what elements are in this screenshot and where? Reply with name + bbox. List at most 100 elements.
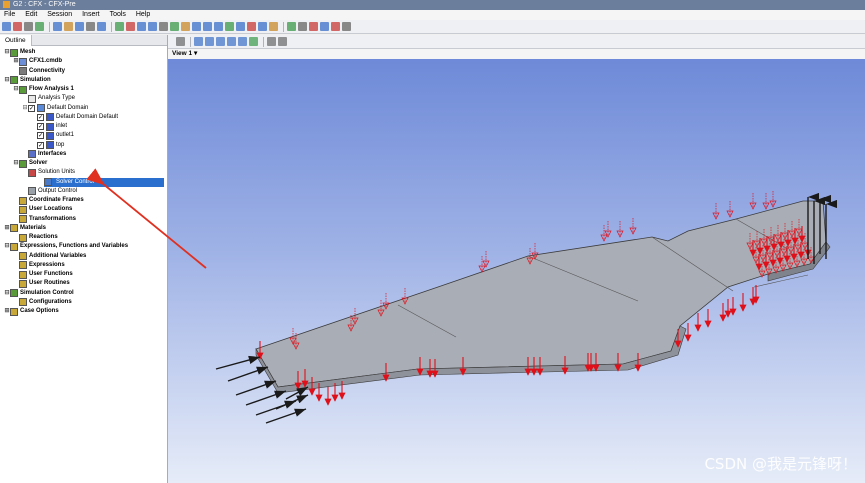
3d-viewport[interactable] (168, 59, 865, 483)
toolbar-button-icon[interactable] (24, 22, 33, 31)
toolbar-button-icon[interactable] (86, 22, 95, 31)
tree-item[interactable]: Interfaces (22, 150, 66, 159)
tree-item[interactable]: ⊟ Flow Analysis 1 (13, 85, 74, 94)
toolbar-button-icon[interactable] (247, 22, 256, 31)
outlet-icon (46, 131, 54, 140)
menu-session[interactable]: Session (43, 10, 76, 20)
visibility-checkbox[interactable]: ✓ (37, 132, 44, 140)
tree-item[interactable]: ✓ Default Domain Default (31, 113, 118, 122)
tree-item[interactable]: Expressions (13, 261, 65, 270)
toolbar-button-icon[interactable] (309, 22, 318, 31)
tree-item[interactable]: ⊞ CFX1.cmdb (13, 57, 62, 66)
tree-item[interactable]: ✓ outlet1 (31, 131, 74, 140)
tree-item[interactable]: Configurations (13, 298, 72, 307)
viewer-tool-icon[interactable] (205, 37, 214, 46)
viewer-tool-icon[interactable] (267, 37, 276, 46)
viewer-tool-icon[interactable] (176, 37, 185, 46)
window-titlebar: G2 : CFX - CFX-Pre (0, 0, 865, 10)
tree-item[interactable]: ⊟ Simulation (4, 76, 51, 85)
menu-tools[interactable]: Tools (106, 10, 130, 20)
tree-item-label: Expressions (29, 261, 65, 268)
viewer-tool-icon[interactable] (216, 37, 225, 46)
tree-item[interactable]: ⊟ Solver (13, 159, 47, 168)
toolbar-button-icon[interactable] (97, 22, 106, 31)
tree-item[interactable]: Solver Control (44, 177, 164, 187)
tree-item[interactable]: ⊟ ✓ Default Domain (22, 104, 88, 113)
toolbar-button-icon[interactable] (159, 22, 168, 31)
tree-item[interactable]: ⊞ Materials (4, 224, 46, 233)
boundary-arrow-head (308, 388, 316, 396)
viewer-tool-icon[interactable] (238, 37, 247, 46)
visibility-checkbox[interactable]: ✓ (28, 104, 35, 112)
tree-item-label: Mesh (20, 49, 36, 55)
boundary-arrow-head (338, 392, 346, 400)
tree-item[interactable]: User Functions (13, 270, 73, 279)
visibility-checkbox[interactable]: ✓ (37, 141, 44, 149)
toolbar-button-icon[interactable] (2, 22, 11, 31)
toolbar-button-icon[interactable] (258, 22, 267, 31)
toolbar-button-icon[interactable] (236, 22, 245, 31)
toolbar-button-icon[interactable] (64, 22, 73, 31)
tree-item[interactable]: ✓ inlet (31, 122, 67, 131)
toolbar-button-icon[interactable] (331, 22, 340, 31)
boundary-arrow-head (729, 308, 737, 316)
tree-item-label: Simulation Control (20, 289, 74, 296)
boundary-arrow-head (324, 398, 332, 406)
menu-file[interactable]: File (0, 10, 19, 20)
tree-item[interactable]: User Locations (13, 205, 72, 214)
boundary-arrow-head (315, 394, 323, 402)
view-selector[interactable]: View 1 ▾ (168, 49, 865, 59)
tree-item-label: CFX1.cmdb (29, 58, 63, 65)
toolbar-button-icon[interactable] (126, 22, 135, 31)
viewer-tool-icon[interactable] (227, 37, 236, 46)
toolbar-button-icon[interactable] (225, 22, 234, 31)
toolbar-button-icon[interactable] (214, 22, 223, 31)
toolbar-button-icon[interactable] (148, 22, 157, 31)
reactions-icon (19, 233, 27, 242)
tree-item[interactable]: ⊟ Mesh (4, 48, 35, 57)
tree-item[interactable]: ⊞ Case Options (4, 307, 59, 316)
tree-item[interactable]: Output Control (22, 187, 77, 196)
tree-item[interactable]: Coordinate Frames (13, 196, 84, 205)
toolbar-button-icon[interactable] (13, 22, 22, 31)
toolbar-button-icon[interactable] (181, 22, 190, 31)
menu-help[interactable]: Help (132, 10, 154, 20)
menu-edit[interactable]: Edit (21, 10, 41, 20)
viewer-tool-icon[interactable] (194, 37, 203, 46)
tree-item[interactable]: Analysis Type (22, 94, 75, 103)
tree-item[interactable]: Transformations (13, 215, 76, 224)
visibility-checkbox[interactable]: ✓ (37, 123, 44, 130)
viewer-tool-icon[interactable] (249, 37, 258, 46)
boundary-arrow-head (724, 310, 732, 318)
toolbar-button-icon[interactable] (269, 22, 278, 31)
tree-item[interactable]: Additional Variables (13, 252, 86, 261)
toolbar-button-icon[interactable] (203, 22, 212, 31)
toolbar-button-icon[interactable] (320, 22, 329, 31)
tree-item[interactable]: Reactions (13, 233, 58, 242)
configurations-icon (19, 298, 27, 307)
toolbar-button-icon[interactable] (342, 22, 351, 31)
tree-item[interactable]: ✓ top (31, 141, 64, 150)
tree-item[interactable]: ⊟ Simulation Control (4, 289, 74, 298)
toolbar-button-icon[interactable] (75, 22, 84, 31)
tree-item[interactable]: User Routines (13, 279, 70, 288)
tree-item-label: Analysis Type (38, 95, 75, 102)
toolbar-separator (111, 21, 112, 32)
toolbar-button-icon[interactable] (53, 22, 62, 31)
simulation-control-icon (10, 289, 18, 297)
toolbar-button-icon[interactable] (287, 22, 296, 31)
toolbar-button-icon[interactable] (298, 22, 307, 31)
toolbar-button-icon[interactable] (137, 22, 146, 31)
tree-item[interactable]: ⊟ Expressions, Functions and Variables (4, 242, 128, 251)
visibility-checkbox[interactable]: ✓ (37, 113, 44, 121)
tab-outline[interactable]: Outline (0, 35, 32, 46)
tree-item[interactable]: Connectivity (13, 67, 65, 76)
viewer-toolbar (168, 35, 865, 49)
toolbar-button-icon[interactable] (35, 22, 44, 31)
toolbar-button-icon[interactable] (170, 22, 179, 31)
tree-item[interactable]: Solution Units (22, 168, 75, 177)
menu-insert[interactable]: Insert (78, 10, 104, 20)
toolbar-button-icon[interactable] (192, 22, 201, 31)
viewer-tool-icon[interactable] (278, 37, 287, 46)
toolbar-button-icon[interactable] (115, 22, 124, 31)
